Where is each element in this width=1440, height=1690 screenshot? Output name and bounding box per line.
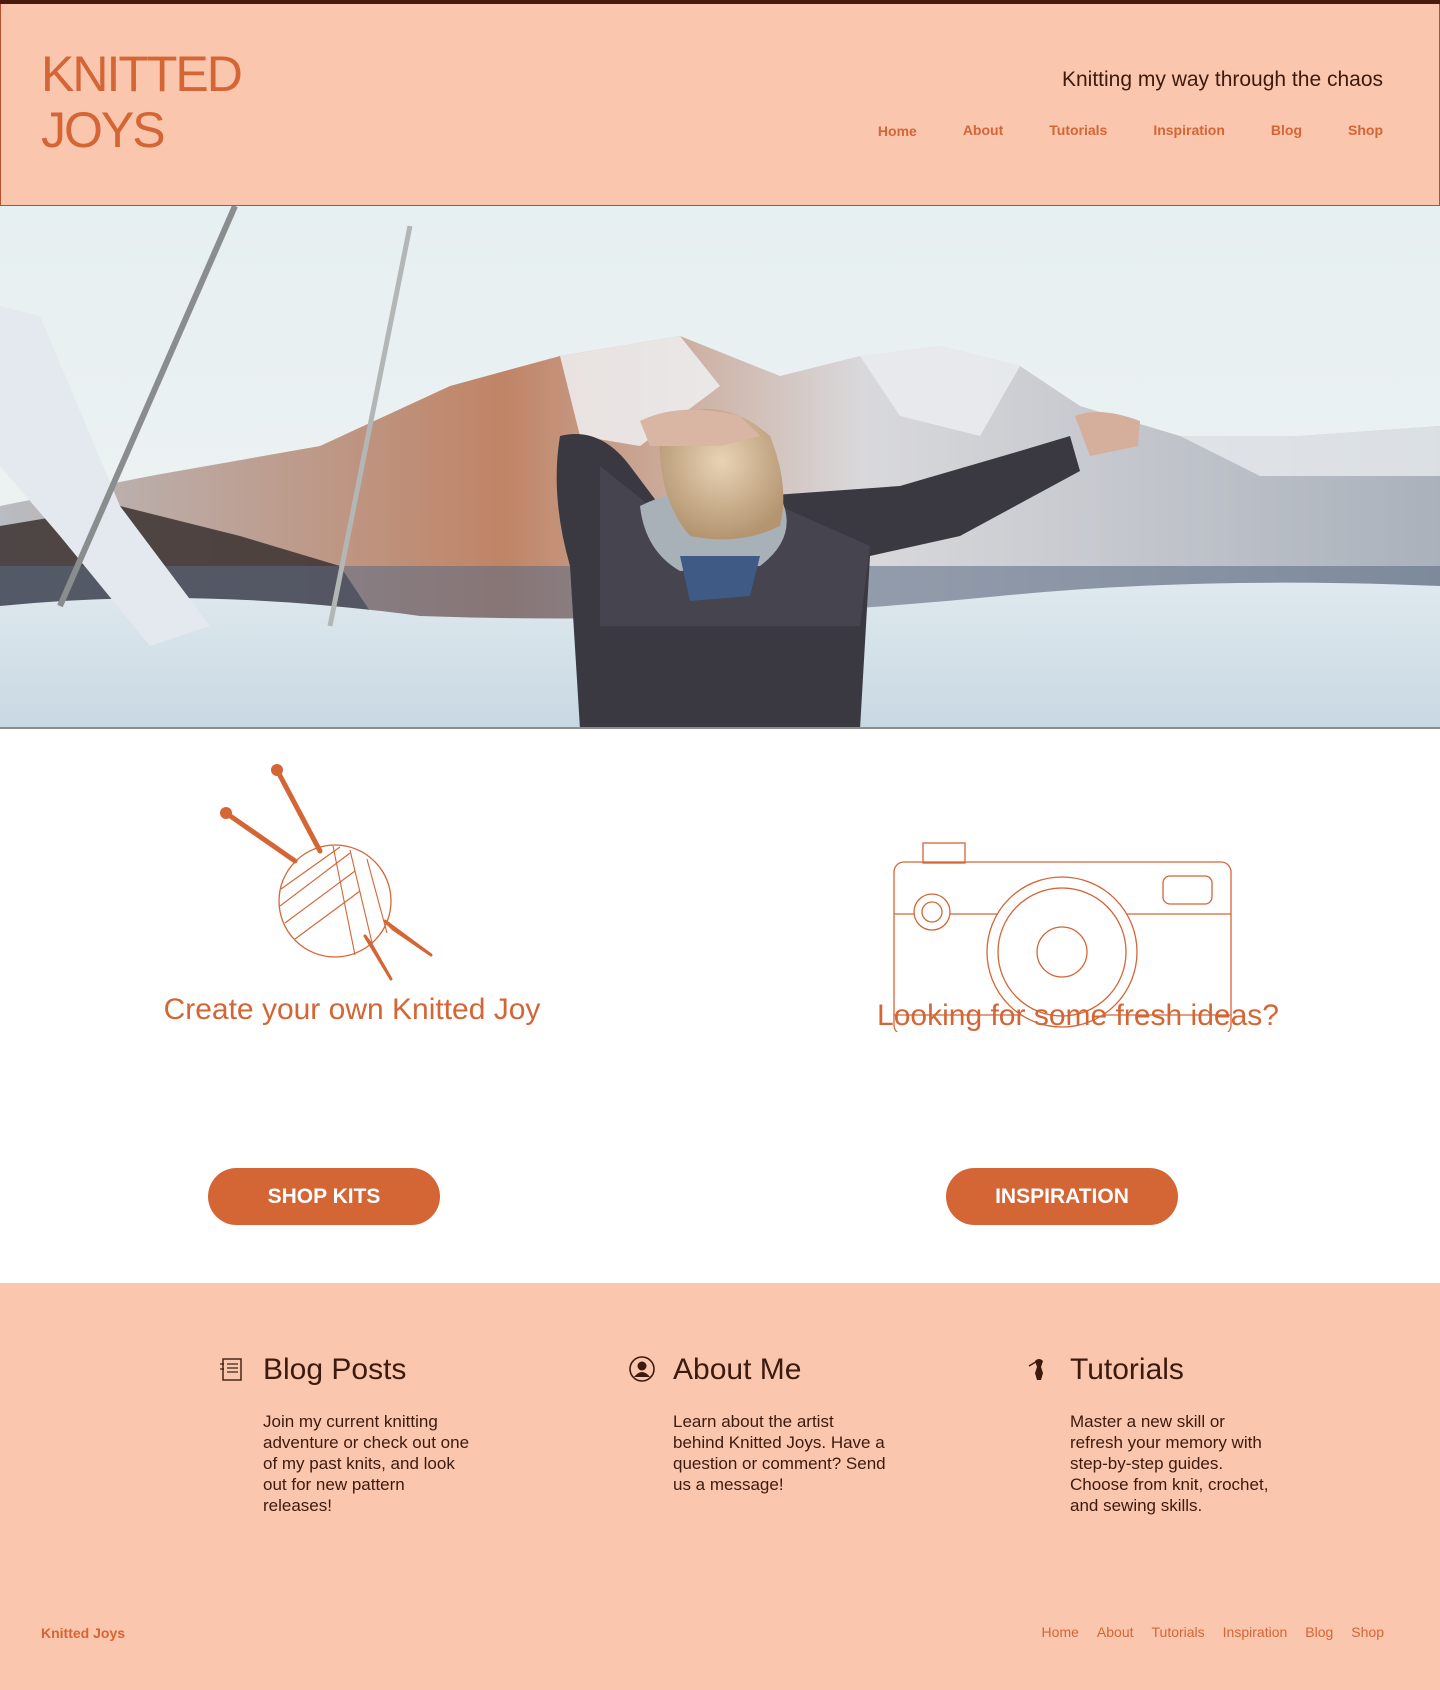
footer-nav-blog[interactable]: Blog bbox=[1305, 1624, 1333, 1640]
footer-nav-inspiration[interactable]: Inspiration bbox=[1223, 1624, 1288, 1640]
nav-blog[interactable]: Blog bbox=[1271, 122, 1302, 138]
about-me-text: Learn about the artist behind Knitted Jo… bbox=[673, 1412, 886, 1494]
info-section: Blog Posts Join my current knitting adve… bbox=[0, 1283, 1440, 1690]
footer-brand[interactable]: Knitted Joys bbox=[41, 1625, 125, 1641]
inspiration-button[interactable]: INSPIRATION bbox=[946, 1168, 1178, 1225]
logo-line-2: JOYS bbox=[41, 102, 166, 158]
dress-form-icon bbox=[1028, 1359, 1043, 1380]
footer-nav-tutorials[interactable]: Tutorials bbox=[1152, 1624, 1205, 1640]
feature-inspiration: Looking for some fresh ideas? INSPIRATIO… bbox=[720, 731, 1440, 1283]
footer-nav-about[interactable]: About bbox=[1097, 1624, 1134, 1640]
features-section: Create your own Knitted Joy SHOP KITS Lo… bbox=[0, 731, 1440, 1283]
footer-nav: Home About Tutorials Inspiration Blog Sh… bbox=[1042, 1624, 1384, 1640]
blog-posts-text: Join my current knitting adventure or ch… bbox=[263, 1412, 470, 1515]
about-me-title[interactable]: About Me bbox=[673, 1353, 801, 1387]
blog-posts-title[interactable]: Blog Posts bbox=[263, 1353, 406, 1387]
footer-nav-shop[interactable]: Shop bbox=[1351, 1624, 1384, 1640]
nav-tutorials[interactable]: Tutorials bbox=[1049, 122, 1107, 138]
shop-kits-button[interactable]: SHOP KITS bbox=[208, 1168, 440, 1225]
hero-photo bbox=[0, 206, 1440, 727]
tutorials-title[interactable]: Tutorials bbox=[1070, 1353, 1184, 1387]
notebook-icon bbox=[220, 1358, 242, 1381]
main-nav: Home About Tutorials Inspiration Blog Sh… bbox=[878, 122, 1383, 139]
nav-home[interactable]: Home bbox=[878, 123, 917, 139]
tutorials-text: Master a new skill or refresh your memor… bbox=[1070, 1412, 1269, 1515]
nav-shop[interactable]: Shop bbox=[1348, 122, 1383, 138]
feature-shop-title: Create your own Knitted Joy bbox=[163, 993, 541, 1026]
site-header: KNITTED JOYS Knitting my way through the… bbox=[0, 4, 1440, 206]
footer-nav-home[interactable]: Home bbox=[1042, 1624, 1079, 1640]
user-icon bbox=[629, 1356, 655, 1382]
logo-line-1: KNITTED bbox=[41, 46, 243, 102]
nav-about[interactable]: About bbox=[963, 122, 1003, 138]
site-logo[interactable]: KNITTED JOYS bbox=[41, 46, 341, 158]
site-tagline: Knitting my way through the chaos bbox=[1061, 68, 1383, 91]
nav-inspiration[interactable]: Inspiration bbox=[1153, 122, 1225, 138]
feature-inspiration-title: Looking for some fresh ideas? bbox=[877, 999, 1279, 1032]
hero-image bbox=[0, 206, 1440, 729]
feature-shop: Create your own Knitted Joy SHOP KITS bbox=[0, 731, 720, 1283]
yarn-ball-needles-icon bbox=[220, 764, 433, 981]
